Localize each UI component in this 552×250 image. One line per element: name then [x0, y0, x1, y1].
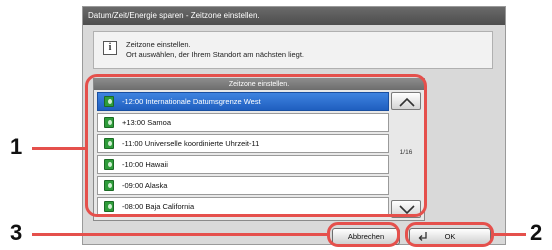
callout-3-line	[32, 233, 329, 236]
cancel-highlight-ring	[327, 222, 400, 247]
callout-1-line	[32, 147, 87, 150]
callout-3: 3	[10, 220, 23, 245]
dialog-title: Datum/Zeit/Energie sparen - Zeitzone ein…	[83, 7, 505, 25]
info-line-1: Zeitzone einstellen.	[126, 40, 191, 49]
info-box: i Zeitzone einstellen. Ort auswählen, de…	[93, 31, 493, 69]
callout-2-line	[492, 233, 526, 236]
info-text: Zeitzone einstellen. Ort auswählen, der …	[126, 40, 304, 60]
info-line-2: Ort auswählen, der Ihrem Standort am näc…	[126, 50, 305, 59]
list-highlight-ring	[85, 74, 427, 217]
info-icon: i	[103, 41, 117, 55]
callout-1: 1	[10, 134, 23, 159]
callout-2: 2	[530, 220, 543, 245]
ok-highlight-ring	[405, 222, 494, 247]
